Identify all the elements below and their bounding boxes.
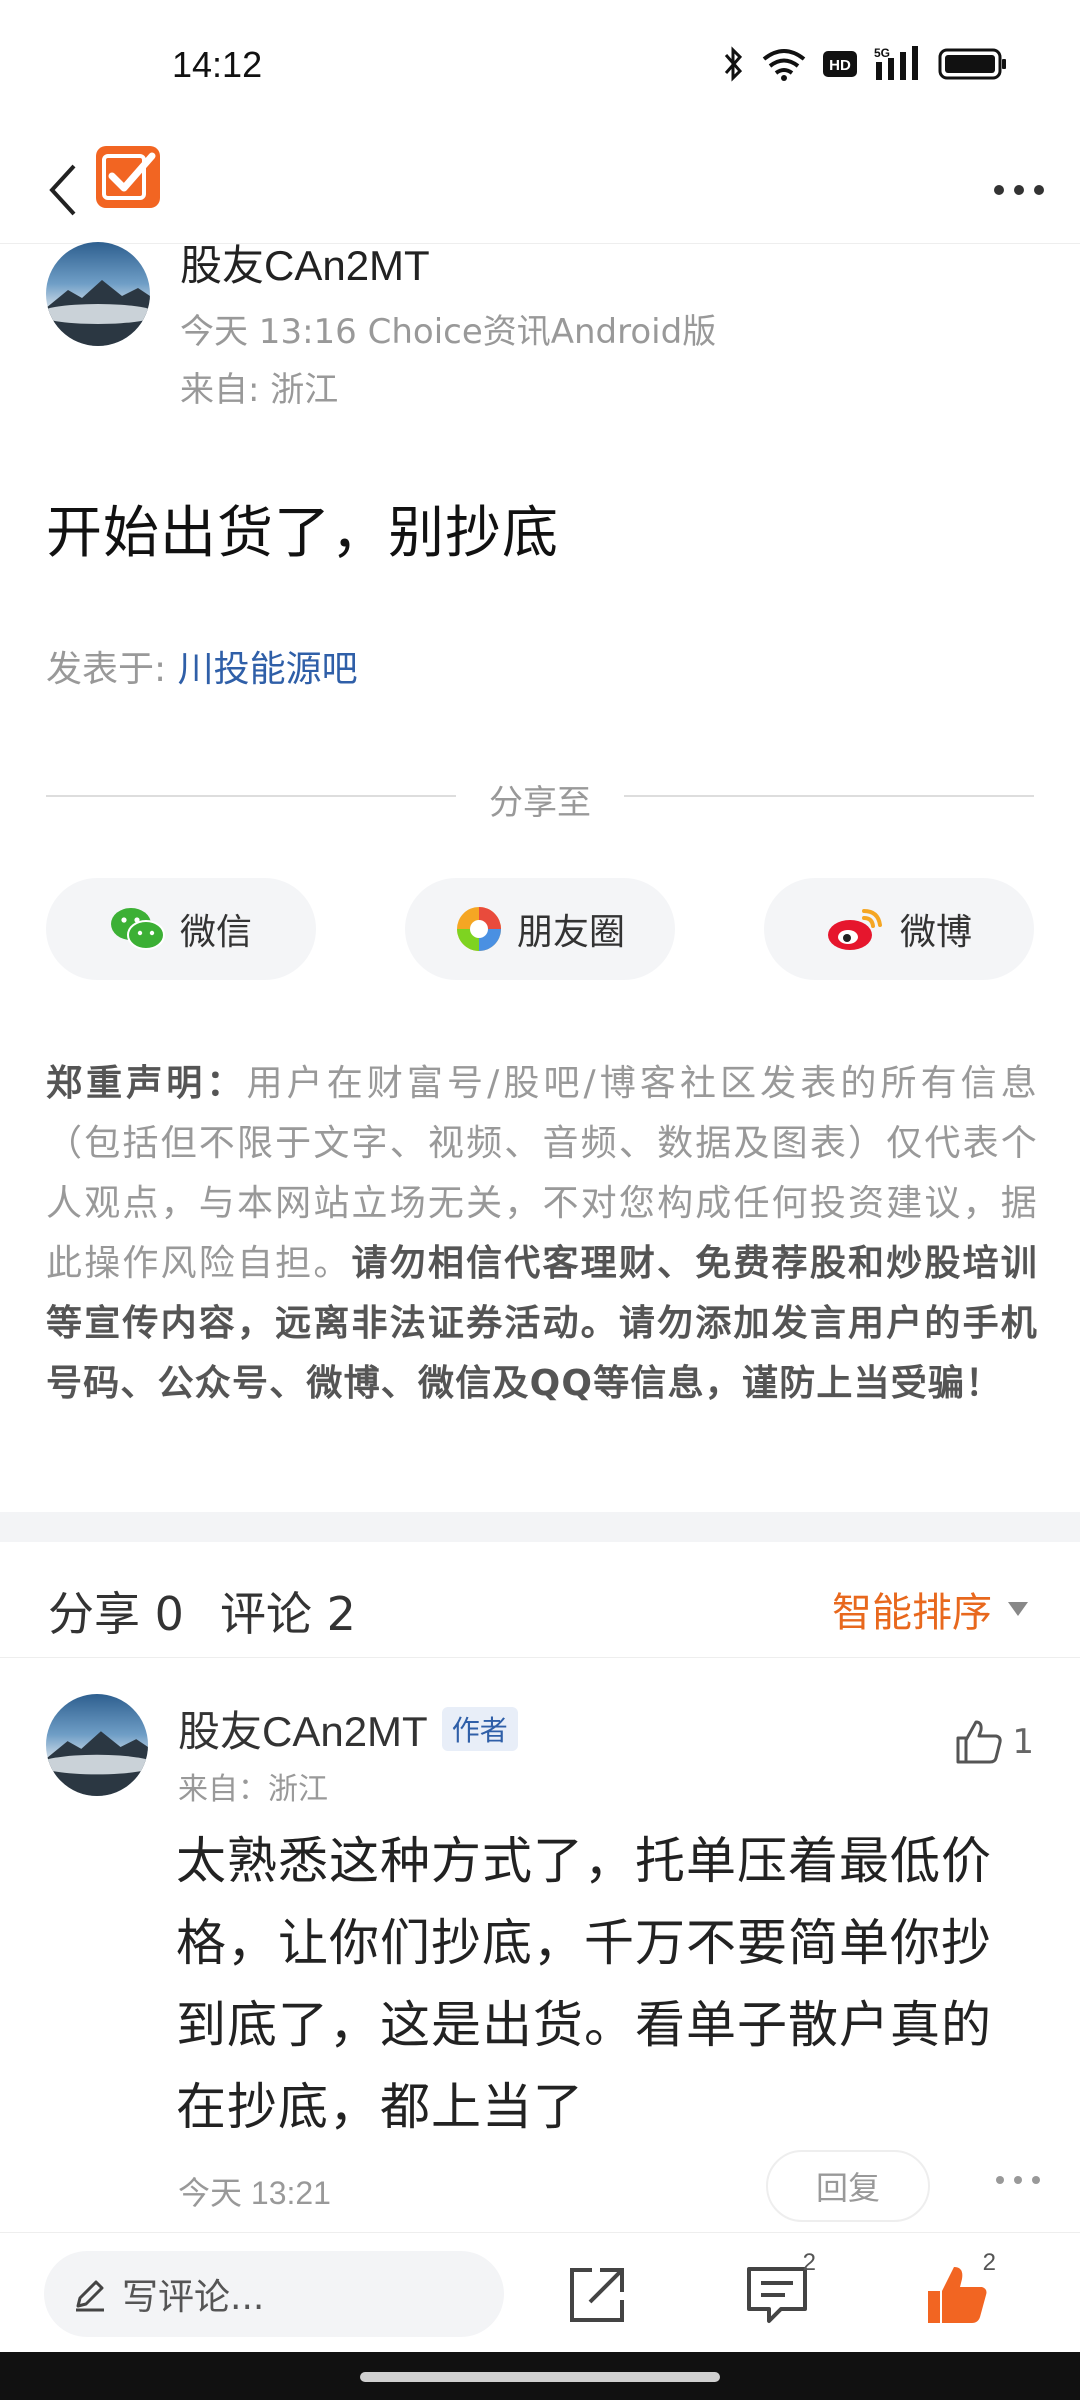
comment-text: 太熟悉这种方式了，托单压着最低价格，让你们抄底，千万不要简单你抄到底了，这是出货… bbox=[176, 1832, 992, 2136]
share-button[interactable] bbox=[552, 2255, 642, 2335]
status-bar: 14:12 HD 5G bbox=[0, 0, 1080, 140]
sort-label: 智能排序 bbox=[832, 1590, 992, 1636]
app-logo-icon[interactable] bbox=[96, 146, 160, 208]
disclaimer-heading: 郑重声明： bbox=[46, 1063, 247, 1104]
home-indicator[interactable] bbox=[360, 2372, 720, 2382]
like-count-badge: 2 bbox=[982, 2249, 996, 2276]
comments-button[interactable]: 2 bbox=[732, 2249, 822, 2335]
board-link[interactable]: 川投能源吧 bbox=[178, 649, 358, 690]
post-title: 开始出货了，别抄底 bbox=[46, 501, 559, 566]
bottom-action-bar: 写评论... 2 2 bbox=[0, 2232, 1080, 2352]
nav-bar bbox=[0, 140, 1080, 244]
sort-dropdown[interactable]: 智能排序 bbox=[832, 1580, 1028, 1638]
post-board: 发表于: 川投能源吧 bbox=[46, 640, 358, 692]
share-divider-label: 分享至 bbox=[489, 783, 591, 823]
svg-text:5G: 5G bbox=[874, 46, 890, 60]
disclaimer: 郑重声明：用户在财富号/股吧/博客社区发表的所有信息（包括但不限于文字、视频、音… bbox=[46, 1054, 1038, 1414]
author-badge: 作者 bbox=[441, 1706, 518, 1751]
dot bbox=[994, 185, 1004, 195]
post-location: 来自: 浙江 bbox=[180, 370, 339, 410]
divider-line bbox=[624, 795, 1034, 797]
pencil-icon bbox=[76, 2280, 104, 2312]
triangle-down-icon bbox=[1008, 1602, 1028, 1616]
reply-button[interactable]: 回复 bbox=[766, 2150, 930, 2222]
wifi-icon bbox=[762, 49, 806, 81]
chevron-left-icon bbox=[49, 164, 76, 216]
hd-icon: HD bbox=[823, 51, 857, 77]
post-author-name[interactable]: 股友CAn2MT bbox=[180, 232, 430, 293]
bluetooth-icon bbox=[724, 46, 743, 82]
share-wechat-label: 微信 bbox=[179, 912, 252, 953]
dot bbox=[1032, 2176, 1040, 2184]
board-prefix: 发表于: bbox=[46, 649, 178, 690]
dot bbox=[1014, 2176, 1022, 2184]
comment-more-button[interactable] bbox=[996, 2176, 1040, 2184]
svg-text:HD: HD bbox=[829, 57, 851, 74]
comment-count: 评论 2 bbox=[220, 1587, 356, 1641]
weibo-icon bbox=[827, 909, 882, 950]
comments-header: 分享 0 评论 2 智能排序 bbox=[0, 1542, 1080, 1658]
share-divider: 分享至 bbox=[46, 775, 1034, 823]
write-comment-placeholder: 写评论... bbox=[122, 2277, 265, 2318]
comment-bubble-icon bbox=[747, 2267, 807, 2323]
gesture-bar bbox=[0, 2352, 1080, 2400]
comment-author-name[interactable]: 股友CAn2MT bbox=[178, 1698, 428, 1759]
comment-like-button[interactable]: 1 bbox=[954, 1718, 1034, 1766]
back-button[interactable] bbox=[38, 150, 88, 230]
write-comment-input[interactable]: 写评论... bbox=[44, 2251, 504, 2337]
wechat-icon bbox=[110, 908, 165, 950]
thumbs-up-filled-icon bbox=[928, 2267, 987, 2323]
like-button[interactable]: 2 bbox=[912, 2249, 1002, 2335]
share-moments-button[interactable]: 朋友圈 bbox=[405, 878, 675, 980]
thumbs-up-outline-icon bbox=[956, 1720, 1003, 1764]
share-weibo-button[interactable]: 微博 bbox=[764, 878, 1034, 980]
comment-like-count: 1 bbox=[1012, 1722, 1034, 1762]
moments-icon bbox=[456, 907, 501, 951]
status-time: 14:12 bbox=[172, 44, 263, 85]
status-icons: HD 5G bbox=[722, 46, 1008, 82]
signal-icon: 5G bbox=[874, 46, 918, 80]
share-moments-label: 朋友圈 bbox=[516, 912, 625, 953]
post-author-avatar[interactable] bbox=[46, 242, 150, 346]
mountain-landscape-icon bbox=[46, 280, 150, 346]
dot bbox=[1034, 185, 1044, 195]
share-wechat-button[interactable]: 微信 bbox=[46, 878, 316, 980]
comment-time: 今天 13:21 bbox=[178, 2175, 331, 2211]
dot bbox=[996, 2176, 1004, 2184]
section-divider bbox=[0, 1512, 1080, 1542]
comments-count-badge: 2 bbox=[802, 2249, 816, 2276]
share-weibo-label: 微博 bbox=[899, 912, 972, 953]
share-count: 分享 0 bbox=[48, 1587, 184, 1641]
comment-author: 股友CAn2MT 作者 bbox=[178, 1698, 518, 1759]
more-options-button[interactable] bbox=[984, 160, 1054, 220]
comment-author-avatar[interactable] bbox=[46, 1694, 148, 1796]
mountain-landscape-icon bbox=[46, 1731, 148, 1796]
battery-icon bbox=[938, 48, 1006, 80]
post-meta: 今天 13:16 Choice资讯Android版 bbox=[180, 312, 717, 352]
comment-location: 来自：浙江 bbox=[178, 1772, 328, 1807]
dot bbox=[1014, 185, 1024, 195]
share-external-icon bbox=[570, 2268, 624, 2322]
